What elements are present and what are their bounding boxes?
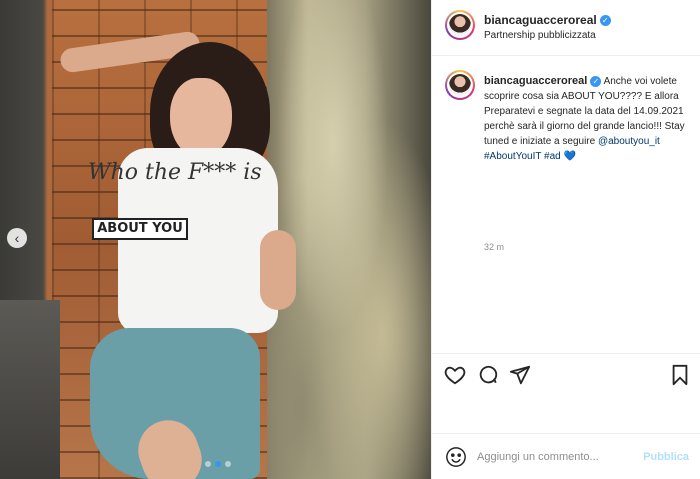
heart-icon[interactable] xyxy=(444,364,466,386)
hashtag-links[interactable]: #AboutYouIT #ad xyxy=(484,151,561,162)
avatar[interactable] xyxy=(445,70,475,100)
username-link[interactable]: biancaguacceroreal ✓ xyxy=(484,13,611,27)
verified-icon: ✓ xyxy=(590,75,602,87)
model-figure xyxy=(59,30,330,479)
verified-icon: ✓ xyxy=(599,15,611,27)
carousel-dot-active xyxy=(215,461,221,467)
bookmark-icon[interactable] xyxy=(669,364,691,386)
avatar[interactable] xyxy=(445,10,475,40)
post-side-panel: biancaguacceroreal ✓ Partnership pubblici… xyxy=(431,0,700,479)
blue-heart-emoji: 💙 xyxy=(563,151,576,162)
post-header: biancaguacceroreal ✓ Partnership pubblici… xyxy=(432,0,700,56)
post-image[interactable]: Who the F*** is ABOUT YOU ‹ xyxy=(0,0,431,479)
background-floor xyxy=(0,300,60,479)
share-icon[interactable] xyxy=(509,364,531,386)
carousel-dot xyxy=(205,461,211,467)
publish-button[interactable]: Pubblica xyxy=(643,451,689,463)
post-timestamp[interactable]: 32 m xyxy=(484,242,504,252)
carousel-dots xyxy=(205,461,231,467)
action-bar xyxy=(432,353,700,393)
emoji-icon[interactable] xyxy=(445,446,467,468)
partnership-label[interactable]: Partnership pubblicizzata xyxy=(484,30,596,41)
carousel-dot xyxy=(225,461,231,467)
comment-bar: Pubblica xyxy=(432,433,700,479)
comment-input[interactable] xyxy=(477,446,637,468)
chevron-left-icon[interactable]: ‹ xyxy=(7,228,27,248)
tshirt-scribble: Who the F*** is xyxy=(88,160,262,185)
tshirt-logo: ABOUT YOU xyxy=(92,218,188,240)
caption-username[interactable]: biancaguacceroreal xyxy=(484,75,587,87)
likes-area xyxy=(432,393,700,433)
mention-link[interactable]: @aboutyou_it xyxy=(598,136,660,147)
comment-icon[interactable] xyxy=(477,364,499,386)
caption-text: biancaguacceroreal ✓ Anche voi volete sco… xyxy=(484,75,685,162)
